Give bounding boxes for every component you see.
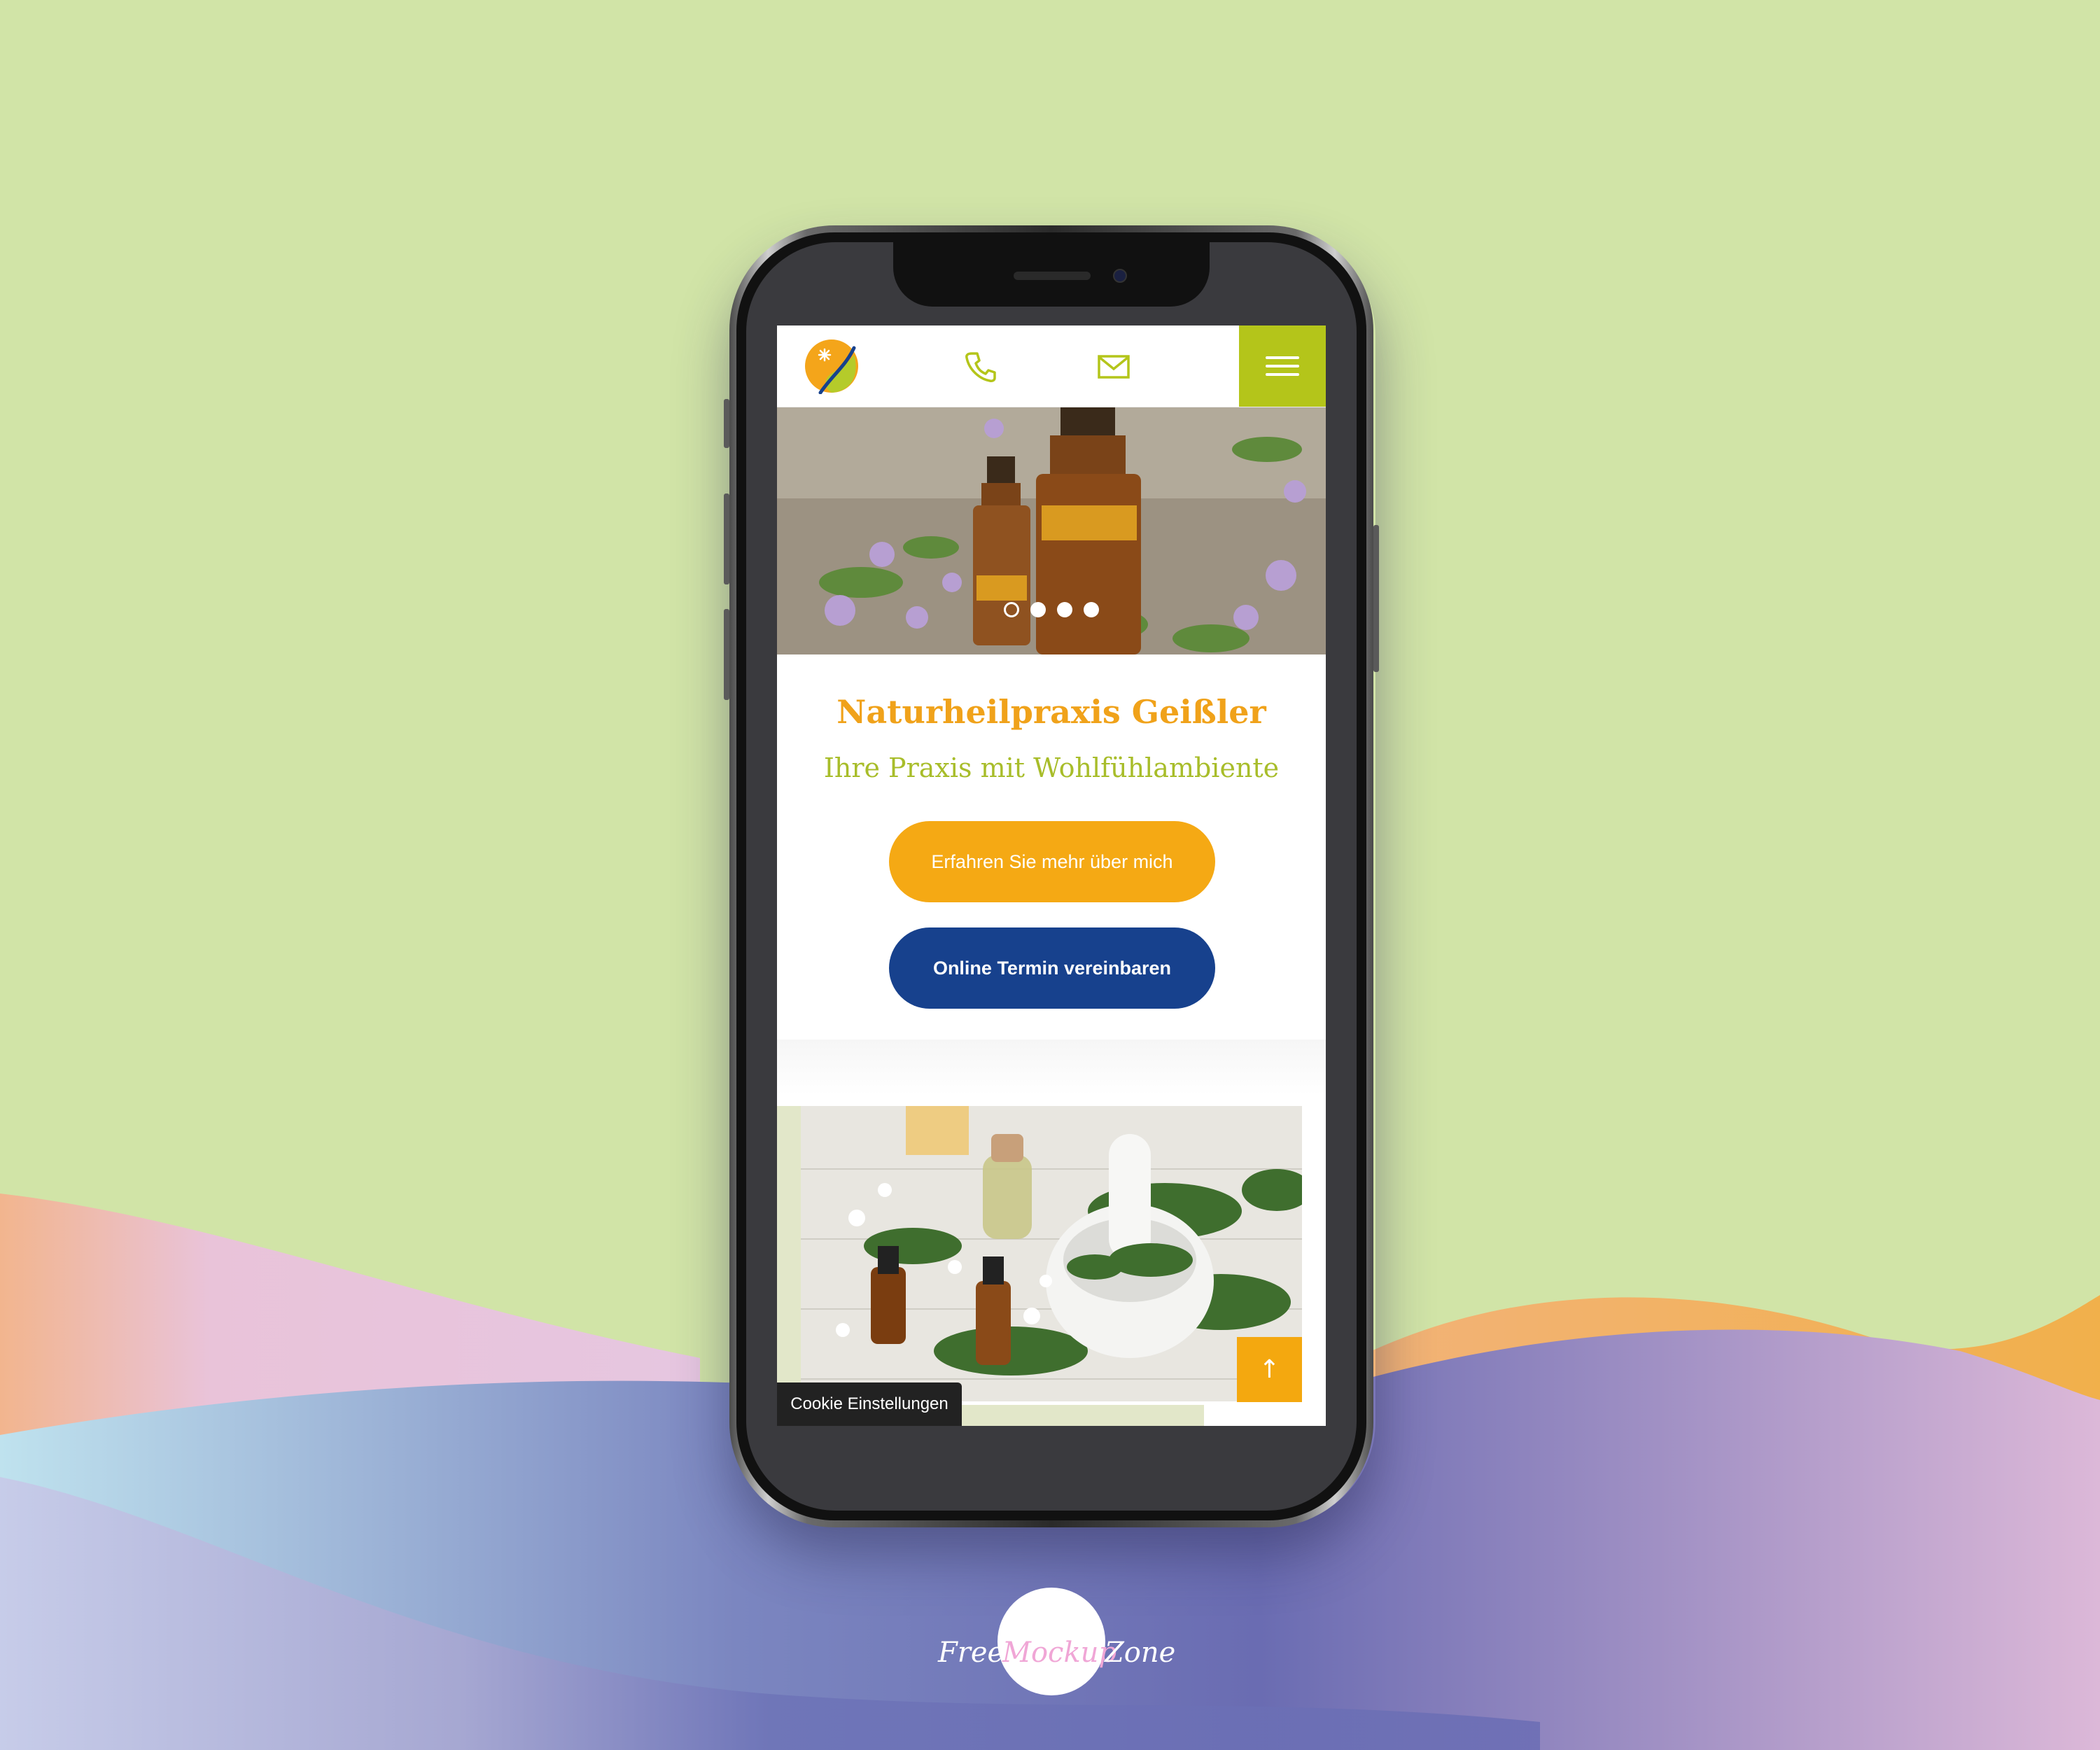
phone-icon[interactable] [963,349,998,384]
mute-switch [724,399,729,448]
power-button [1373,525,1379,672]
decorative-strip [777,1106,802,1414]
phone-screen: Naturheilpraxis Geißler Ihre Praxis mit … [777,326,1326,1426]
phone-speaker [1014,272,1091,280]
page-subtitle: Ihre Praxis mit Wohlfühlambiente [823,752,1280,783]
mail-icon[interactable] [1096,349,1131,384]
herbs-mortar-image [801,1106,1302,1401]
arrow-up-icon[interactable]: ↑ [1237,1337,1302,1402]
slider-dot[interactable] [1084,602,1099,617]
site-header [777,326,1326,409]
cookie-settings-button[interactable]: Cookie Einstellungen [777,1382,962,1426]
page-title: Naturheilpraxis Geißler [836,693,1266,731]
phone-camera [1113,269,1127,283]
slider-dot[interactable] [1004,602,1019,617]
section-divider [777,1040,1326,1096]
watermark-part3: Zone [1105,1637,1176,1669]
volume-up-button [724,493,729,584]
hero-slider[interactable] [777,407,1326,654]
volume-down-button [724,609,729,700]
hamburger-menu-icon[interactable] [1239,326,1326,407]
slider-dot[interactable] [1030,602,1046,617]
about-me-button[interactable]: Erfahren Sie mehr über mich [889,821,1215,902]
watermark-part2: Mockup [1002,1637,1117,1669]
online-appointment-button[interactable]: Online Termin vereinbaren [889,927,1215,1009]
decorative-strip-bottom [945,1405,1204,1426]
slider-dots [777,602,1326,620]
watermark-logo: Free Mockup Zone [938,1617,1175,1687]
praxis-logo-icon[interactable] [804,338,860,394]
watermark-part1: Free [938,1637,1004,1669]
slider-dot[interactable] [1057,602,1072,617]
